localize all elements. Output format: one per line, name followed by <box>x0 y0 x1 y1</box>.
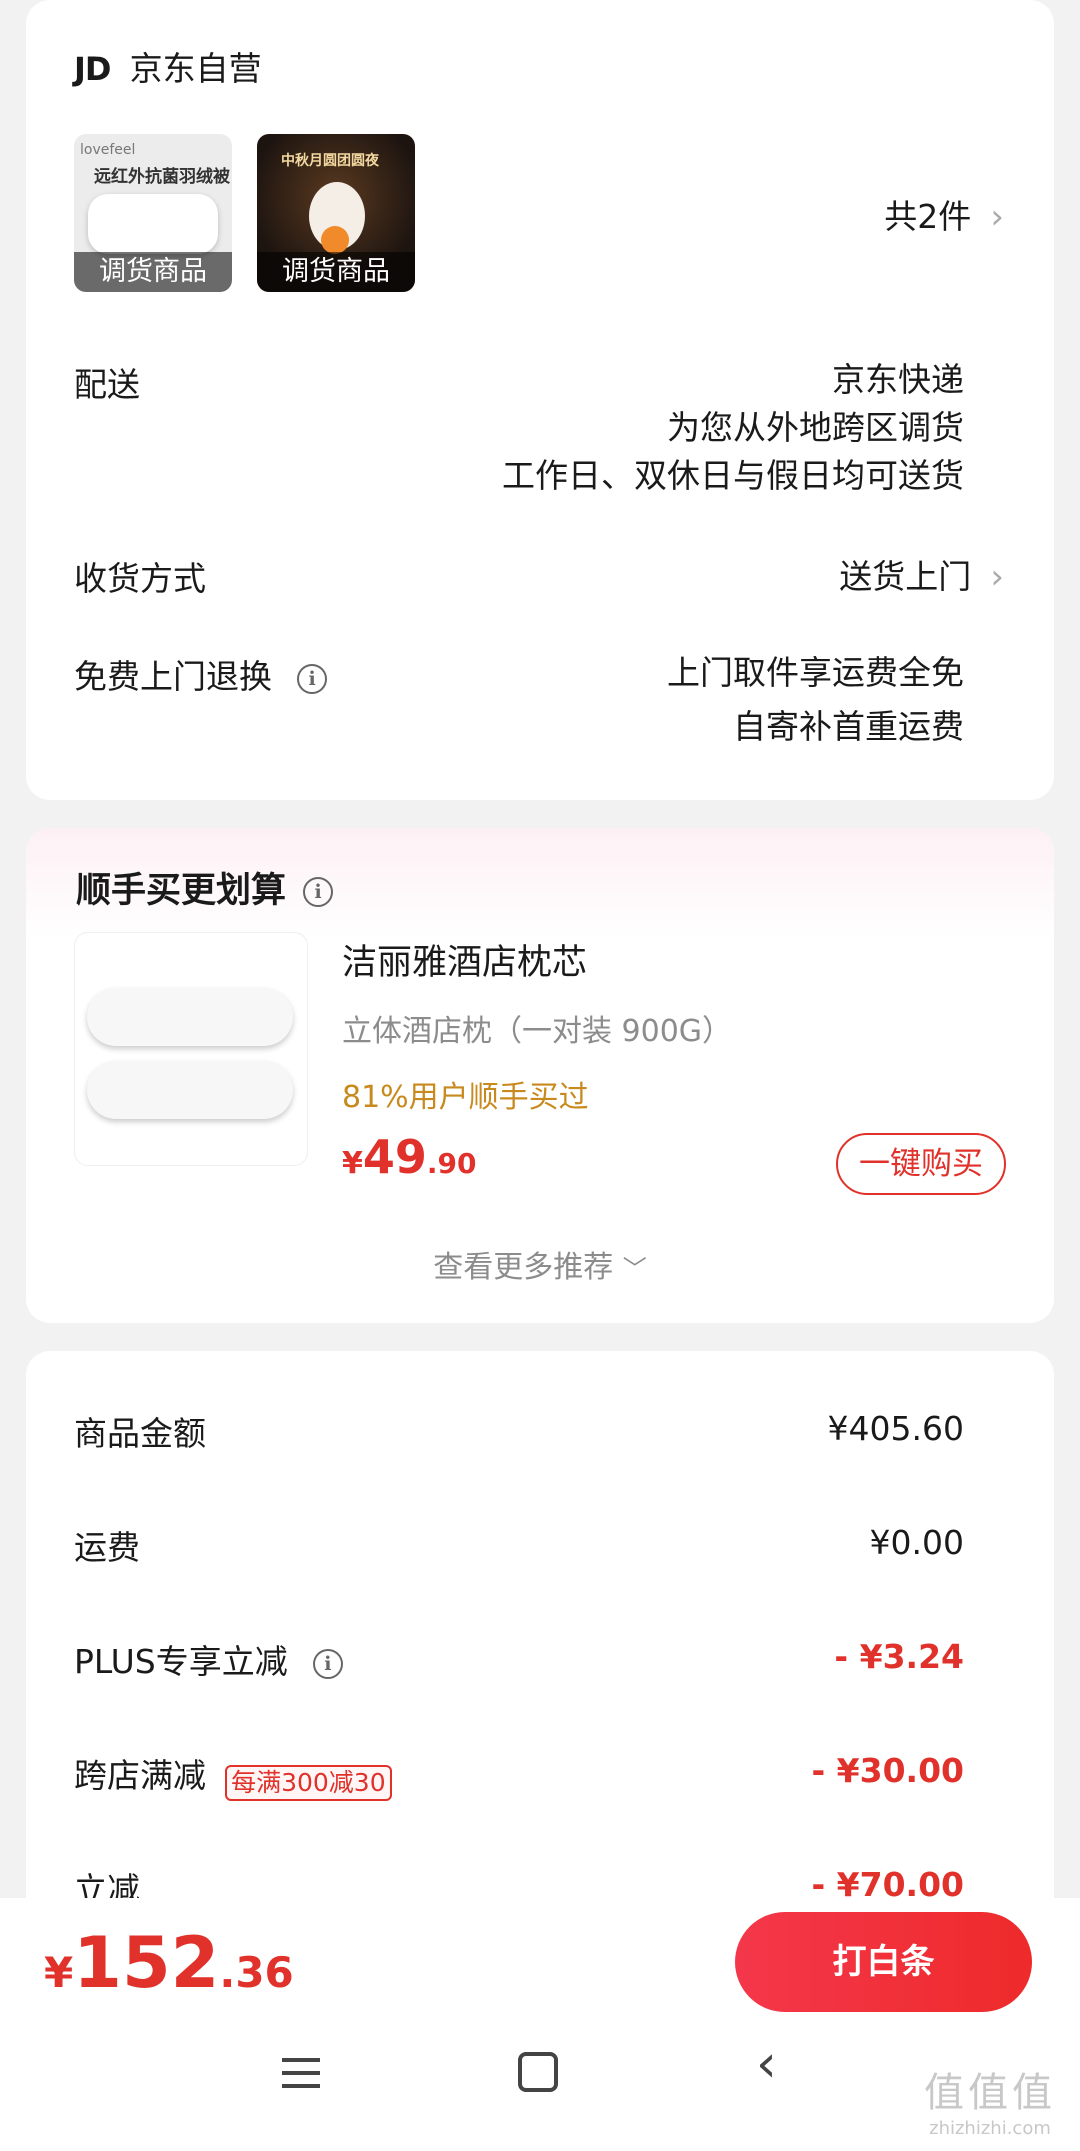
free-return-row: 免费上门退换 i <box>74 650 328 698</box>
item-count: 共2件 <box>884 197 972 236</box>
transfer-tag: 调货商品 <box>257 252 415 292</box>
courier: 京东快递 <box>832 360 964 399</box>
shipping-label: 运费 <box>74 1528 140 1567</box>
chevron-down-icon: ﹀ <box>622 1255 647 1283</box>
cross-store-discount-value: - ¥30.00 <box>811 1751 964 1790</box>
shop-header[interactable]: JD 京东自营 <box>74 42 262 90</box>
receive-method-value: 送货上门 <box>839 557 972 596</box>
plus-discount-row: PLUS专享立减 i <box>74 1635 343 1683</box>
recommend-product-spec: 立体酒店枕（一对装 900G） <box>342 1014 733 1049</box>
price-summary-card: 商品金额 ¥405.60 运费 ¥0.00 PLUS专享立减 i - ¥3.24… <box>26 1351 1054 1951</box>
chevron-right-icon: › <box>990 197 1004 237</box>
social-proof-text: 81%用户顺手买过 <box>342 1080 589 1115</box>
product-thumb-lantern[interactable]: 中秋月圆团圆夜 调货商品 <box>257 134 415 292</box>
info-icon[interactable]: i <box>297 664 328 694</box>
transfer-tag: 调货商品 <box>74 252 232 292</box>
more-recommend-label: 查看更多推荐 <box>433 1250 614 1285</box>
delivery-info: 京东快递 为您从外地跨区调货 工作日、双休日与假日均可送货 <box>502 356 964 500</box>
recommend-header: 顺手买更划算 i <box>76 862 334 913</box>
receive-method-label: 收货方式 <box>74 559 206 598</box>
home-nav-icon[interactable] <box>518 2052 558 2092</box>
info-icon[interactable]: i <box>312 1649 343 1679</box>
jd-logo: JD <box>74 50 111 88</box>
back-nav-icon[interactable]: ‹ <box>756 2038 777 2090</box>
more-recommend-link[interactable]: 查看更多推荐 ﹀ <box>26 1242 1054 1286</box>
free-return-info: 上门取件享运费全免 自寄补首重运费 <box>667 646 964 754</box>
recommend-card: 顺手买更划算 i 洁丽雅酒店枕芯 立体酒店枕（一对装 900G） 81%用户顺手… <box>26 828 1054 1323</box>
thumb-banner-text: 远红外抗菌羽绒被 <box>94 167 230 187</box>
total-symbol: ¥ <box>44 1948 74 1997</box>
total-decimal: .36 <box>219 1948 294 1997</box>
delivery-days: 工作日、双休日与假日均可送货 <box>502 456 964 495</box>
cross-store-discount-row: 跨店满减 每满300减30 <box>74 1749 392 1801</box>
checkout-bar: ¥152.36 打白条 ‹ 值值值 zhizhizhi.com <box>0 1898 1080 2151</box>
pay-baitiao-button[interactable]: 打白条 <box>735 1912 1032 2012</box>
goods-amount-value: ¥405.60 <box>827 1409 964 1448</box>
cross-region-note: 为您从外地跨区调货 <box>667 408 964 447</box>
cross-store-discount-label: 跨店满减 <box>74 1756 206 1795</box>
goods-amount-label: 商品金额 <box>74 1414 206 1453</box>
quilt-image <box>88 194 218 254</box>
plus-discount-value: - ¥3.24 <box>834 1637 964 1676</box>
price-integer: 49 <box>362 1130 427 1184</box>
pillow-top-image <box>87 988 293 1046</box>
product-thumb-quilt[interactable]: lovefeel 远红外抗菌羽绒被 调货商品 <box>74 134 232 292</box>
chevron-right-icon: › <box>990 557 1004 597</box>
recommend-price: ¥49.90 <box>342 1130 477 1184</box>
free-return-label: 免费上门退换 <box>74 657 272 696</box>
watermark-logo: 值值值 <box>924 2070 1056 2116</box>
delivery-label: 配送 <box>74 365 140 404</box>
total-price: ¥152.36 <box>44 1922 294 2004</box>
pillow-bottom-image <box>87 1061 293 1119</box>
discount-badge: 每满300减30 <box>225 1764 392 1801</box>
price-symbol: ¥ <box>342 1146 363 1181</box>
lantern-glow <box>321 226 349 254</box>
item-count-link[interactable]: 共2件 › <box>884 190 1004 238</box>
recommend-title: 顺手买更划算 <box>76 871 287 911</box>
menu-nav-icon[interactable] <box>282 2058 320 2088</box>
price-decimal: .90 <box>426 1147 477 1180</box>
info-icon[interactable]: i <box>303 877 334 907</box>
one-click-buy-button[interactable]: 一键购买 <box>836 1133 1006 1195</box>
free-pickup-note: 上门取件享运费全免 <box>667 653 964 692</box>
shop-name: 京东自营 <box>129 49 262 88</box>
self-ship-note: 自寄补首重运费 <box>733 707 964 746</box>
total-integer: 152 <box>73 1922 220 2004</box>
plus-discount-label: PLUS专享立减 <box>74 1642 288 1681</box>
brand-logo: lovefeel <box>80 142 136 158</box>
order-items-card: JD 京东自营 lovefeel 远红外抗菌羽绒被 调货商品 中秋月圆团圆夜 调… <box>26 0 1054 800</box>
thumb-banner-text: 中秋月圆团圆夜 <box>281 153 379 169</box>
shipping-value: ¥0.00 <box>869 1523 964 1562</box>
watermark-url: zhizhizhi.com <box>929 2118 1051 2139</box>
receive-method-selector[interactable]: 送货上门 › <box>839 550 1004 598</box>
watermark: 值值值 zhizhizhi.com <box>924 2060 1056 2139</box>
pillow-product-image[interactable] <box>74 932 308 1166</box>
recommend-product-name[interactable]: 洁丽雅酒店枕芯 <box>342 934 587 985</box>
